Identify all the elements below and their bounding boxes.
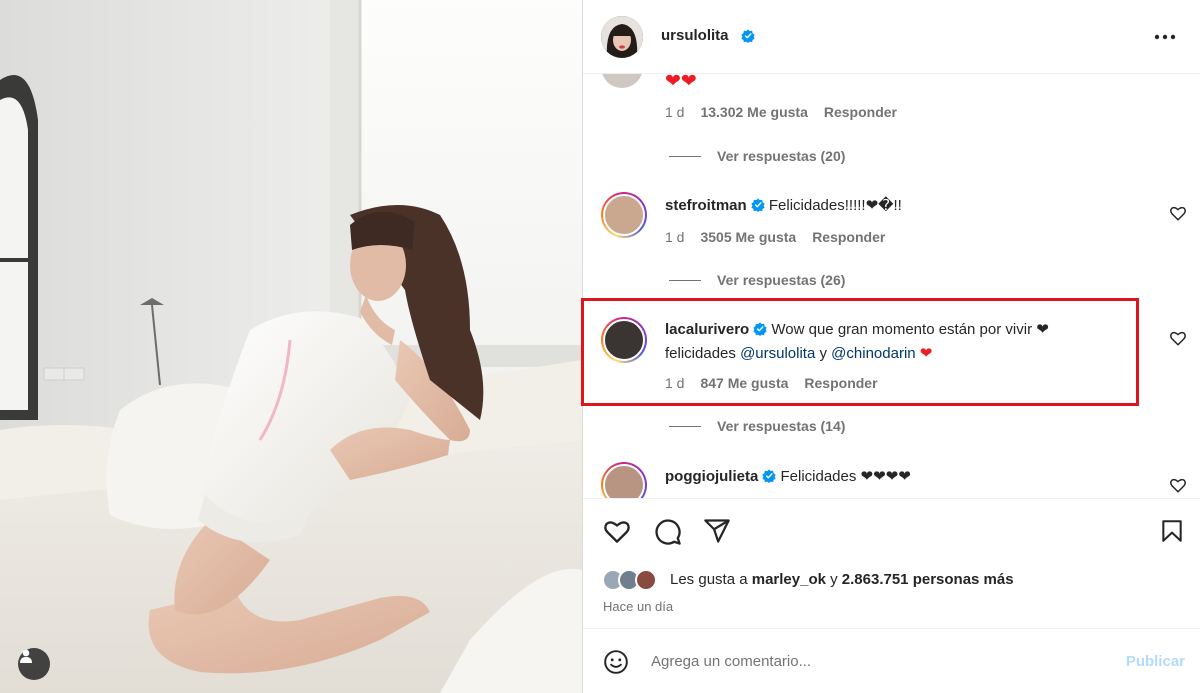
comment-text: stefroitman Felicidades!!!!!❤�!! xyxy=(665,194,1135,218)
like-comment-heart-icon[interactable] xyxy=(1169,204,1187,222)
verified-badge-icon xyxy=(762,469,776,483)
comments-list[interactable]: ❤❤ 1 d 13.302 Me gusta Responder Ver res… xyxy=(583,74,1200,498)
replies-divider xyxy=(669,155,701,157)
verified-badge-icon xyxy=(741,29,755,43)
comment-icon[interactable] xyxy=(653,517,682,546)
view-replies-label: Ver respuestas (14) xyxy=(717,418,846,434)
comment-username[interactable]: poggiojulieta xyxy=(665,468,758,485)
comment-avatar[interactable] xyxy=(601,192,647,238)
paper-plane-icon[interactable] xyxy=(703,517,731,545)
replies-divider xyxy=(669,425,701,427)
liked-by-summary[interactable]: Les gusta a marley_ok y 2.863.751 person… xyxy=(670,571,1014,588)
view-replies-label: Ver respuestas (26) xyxy=(717,272,846,288)
comment-meta: 1 d 3505 Me gusta Responder xyxy=(665,229,885,245)
reply-button[interactable]: Responder xyxy=(812,229,885,245)
more-horizontal-icon xyxy=(1154,34,1176,40)
comment-time[interactable]: 1 d xyxy=(665,104,684,120)
comment-body: Felicidades!!!!!❤�!! xyxy=(768,197,902,214)
view-replies-button[interactable]: Ver respuestas (26) xyxy=(669,272,845,288)
comment-time[interactable]: 1 d xyxy=(665,229,684,245)
author-avatar[interactable] xyxy=(601,16,643,58)
post-image xyxy=(0,0,582,693)
comment-text: ❤❤ xyxy=(665,74,697,92)
liked-by-joiner: y xyxy=(830,571,838,588)
view-replies-button[interactable]: Ver respuestas (20) xyxy=(669,148,845,164)
post-photo[interactable] xyxy=(0,0,582,693)
reply-button[interactable]: Responder xyxy=(824,104,897,120)
comment-avatar[interactable] xyxy=(601,462,647,498)
comment-input[interactable] xyxy=(651,649,1091,673)
post-timestamp[interactable]: Hace un día xyxy=(603,599,673,614)
highlight-box xyxy=(581,298,1139,406)
author-username[interactable]: ursulolita xyxy=(661,27,729,44)
smiley-icon[interactable] xyxy=(603,649,629,675)
comment-body: Felicidades ❤❤❤❤ xyxy=(780,468,911,485)
view-replies-button[interactable]: Ver respuestas (14) xyxy=(669,418,845,434)
add-comment-bar: Publicar xyxy=(583,628,1200,693)
author-avatar-image xyxy=(601,16,643,58)
post-header: ursulolita xyxy=(583,0,1200,74)
post-actions: Les gusta a marley_ok y 2.863.751 person… xyxy=(583,498,1200,628)
comment-text: poggiojulieta Felicidades ❤❤❤❤ xyxy=(665,465,1135,489)
comment-avatar[interactable] xyxy=(601,74,643,88)
liked-by-count[interactable]: 2.863.751 personas más xyxy=(842,571,1014,588)
like-comment-heart-icon[interactable] xyxy=(1169,476,1187,494)
liked-by-avatar xyxy=(635,569,657,591)
more-options-button[interactable] xyxy=(1151,28,1179,46)
verified-badge-icon xyxy=(751,198,765,212)
comment-meta: 1 d 13.302 Me gusta Responder xyxy=(665,104,897,120)
tagged-users-button[interactable] xyxy=(18,648,50,680)
liked-by-prefix: Les gusta a xyxy=(670,571,748,588)
comment-username[interactable]: stefroitman xyxy=(665,197,747,214)
comment-likes[interactable]: 13.302 Me gusta xyxy=(700,104,807,120)
comment-likes[interactable]: 3505 Me gusta xyxy=(700,229,796,245)
like-comment-heart-icon[interactable] xyxy=(1169,329,1187,347)
user-icon xyxy=(20,649,32,663)
replies-divider xyxy=(669,279,701,281)
post-comment-button[interactable]: Publicar xyxy=(1126,653,1185,670)
heart-outline-icon[interactable] xyxy=(602,516,632,546)
liked-by-user[interactable]: marley_ok xyxy=(752,571,826,588)
bookmark-icon[interactable] xyxy=(1159,517,1185,545)
view-replies-label: Ver respuestas (20) xyxy=(717,148,846,164)
